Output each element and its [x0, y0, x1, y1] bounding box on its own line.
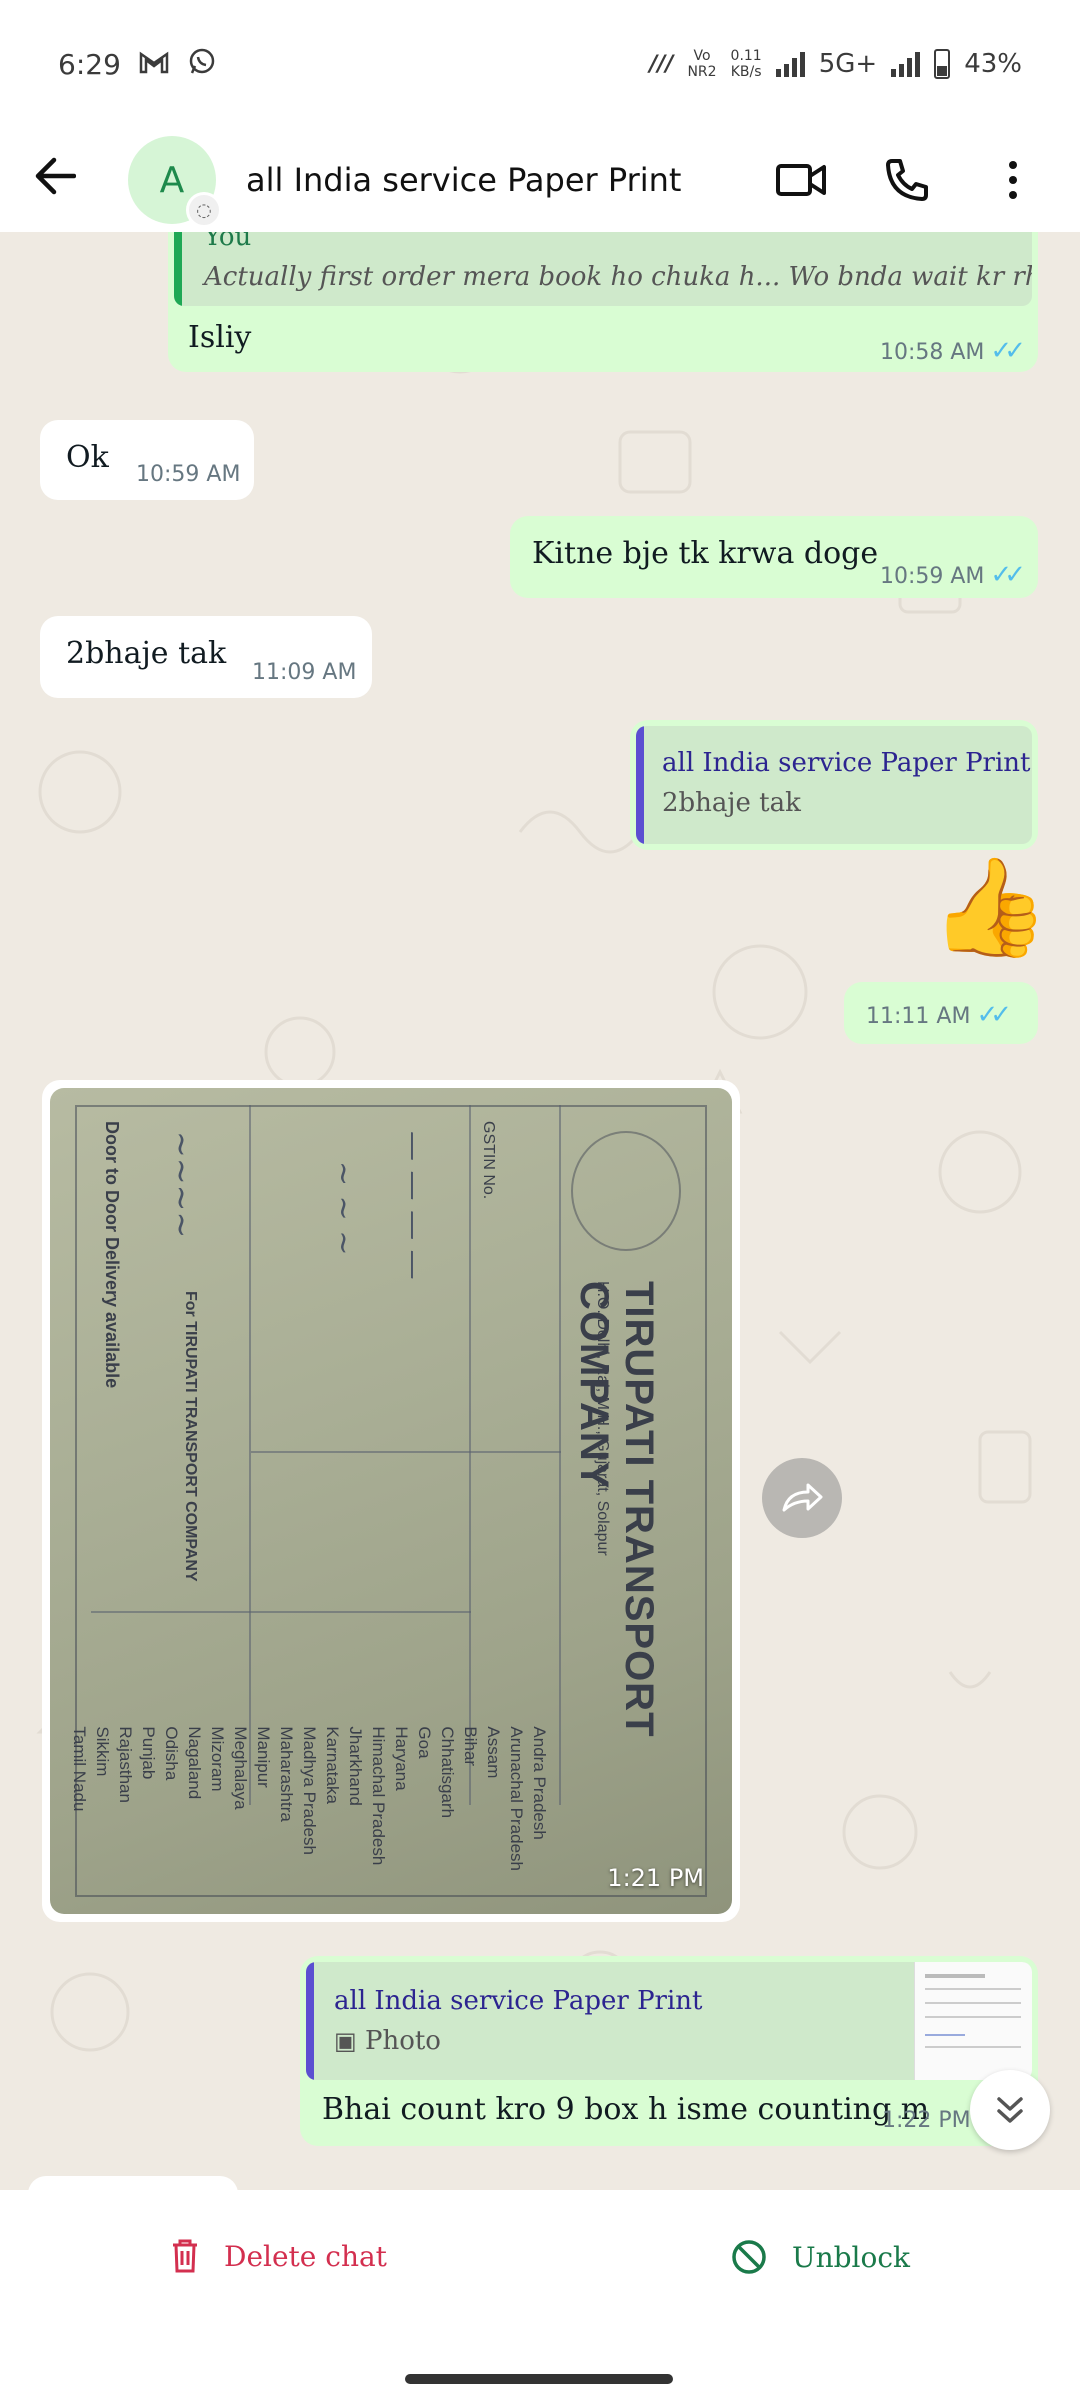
signal-icon: [775, 51, 805, 77]
message-outgoing-quoted[interactable]: You Actually first order mera book ho ch…: [168, 232, 1038, 372]
video-call-icon[interactable]: [766, 162, 836, 198]
message-time: 10:59 AM ✓✓: [879, 560, 1026, 590]
net-speed: 0.11 KB/s: [730, 48, 762, 80]
quote-author: You: [204, 232, 252, 252]
hd-icon: ///: [649, 51, 674, 77]
receipt-document: TIRUPATI TRANSPORT COMPANY H.O. Delhi, R…: [61, 1091, 721, 1911]
more-options-icon[interactable]: [978, 161, 1048, 199]
unblock-button[interactable]: Unblock: [730, 2238, 910, 2276]
message-outgoing-quoted[interactable]: all India service Paper Print 2bhaje tak: [630, 720, 1038, 850]
read-ticks-icon: ✓✓: [976, 1000, 1011, 1030]
handwriting: ~ ~ ~: [326, 1161, 361, 1256]
trash-icon: [173, 2239, 197, 2273]
quoted-message[interactable]: You Actually first order mera book ho ch…: [174, 232, 1032, 306]
chat-header: A ◌ all India service Paper Print: [0, 128, 1080, 232]
message-incoming[interactable]: 2bhaje tak 11:09 AM: [40, 616, 372, 698]
status-time: 6:29: [58, 47, 121, 81]
message-outgoing-quoted[interactable]: all India service Paper Print ▣ Photo Bh…: [300, 1956, 1038, 2146]
battery-percent: 43%: [964, 49, 1022, 79]
receipt-gstin-label: GSTIN No.: [480, 1121, 497, 1200]
delete-chat-button[interactable]: Delete chat: [170, 2238, 387, 2274]
message-incoming-partial[interactable]: [28, 2176, 238, 2190]
whatsapp-icon: [187, 46, 217, 83]
status-ring-icon: ◌: [186, 192, 222, 228]
quote-accent-bar: [306, 1962, 314, 2080]
message-outgoing[interactable]: 11:11 AM ✓✓: [844, 982, 1038, 1044]
chat-title[interactable]: all India service Paper Print: [246, 161, 730, 199]
quote-thumbnail: [914, 1962, 1032, 2080]
emoji-message[interactable]: 👍: [930, 852, 1050, 962]
message-text: 2bhaje tak: [66, 636, 227, 671]
message-time: 11:09 AM: [252, 660, 357, 685]
scroll-to-bottom-button[interactable]: [970, 2070, 1050, 2150]
photo-time: 1:21 PM: [607, 1864, 704, 1892]
message-text: Isliy: [188, 320, 252, 355]
avatar[interactable]: A ◌: [128, 136, 222, 228]
receipt-address: H.O. Delhi, Raj, M.H., Gujarat, Solapur: [594, 1281, 611, 1556]
network-type: 5G+: [818, 49, 878, 79]
gesture-nav-handle[interactable]: [405, 2374, 673, 2384]
receipt-signature-line: For TIRUPATI TRANSPORT COMPANY: [182, 1291, 199, 1582]
back-arrow-icon[interactable]: [32, 152, 92, 208]
message-text: Bhai count kro 9 box h isme counting m: [322, 2092, 930, 2127]
quote-type: ▣ Photo: [334, 2026, 441, 2056]
quote-text: Actually first order mera book ho chuka …: [204, 262, 1032, 292]
message-time: 1:22 PM: [882, 2108, 971, 2133]
read-ticks-icon: ✓✓: [990, 336, 1025, 366]
message-text: Ok: [66, 440, 109, 475]
message-time: 10:59 AM: [136, 462, 241, 487]
blocked-actions-bar: Delete chat Unblock: [0, 2190, 1080, 2350]
read-ticks-icon: ✓✓: [990, 560, 1025, 590]
message-time: 11:11 AM ✓✓: [866, 1000, 1012, 1030]
status-bar: 6:29 /// Vo NR2 0.11 KB/s 5G+ 43%: [0, 0, 1080, 128]
unblock-label: Unblock: [792, 2240, 911, 2274]
receipt-rule: [251, 1451, 561, 1453]
quoted-message[interactable]: all India service Paper Print ▣ Photo: [306, 1962, 1032, 2080]
forward-icon[interactable]: [762, 1458, 842, 1538]
message-outgoing[interactable]: Kitne bje tk krwa doge 10:59 AM ✓✓: [510, 516, 1038, 598]
photo-lorry-receipt[interactable]: TIRUPATI TRANSPORT COMPANY H.O. Delhi, R…: [50, 1088, 732, 1914]
receipt-rule: [469, 1105, 471, 1805]
block-icon: [732, 2240, 766, 2274]
gmail-icon: [139, 48, 169, 81]
receipt-rule: [559, 1105, 561, 1805]
message-text: Kitne bje tk krwa doge: [532, 536, 879, 571]
receipt-rule: [249, 1105, 251, 1805]
message-incoming[interactable]: Ok 10:59 AM: [40, 420, 254, 500]
quote-author: all India service Paper Print: [662, 748, 1031, 778]
quoted-message[interactable]: all India service Paper Print 2bhaje tak: [636, 726, 1032, 844]
message-incoming-photo[interactable]: TIRUPATI TRANSPORT COMPANY H.O. Delhi, R…: [42, 1080, 740, 1922]
quote-accent-bar: [174, 232, 182, 306]
message-time: 10:58 AM ✓✓: [879, 336, 1026, 366]
quote-text: 2bhaje tak: [662, 788, 801, 818]
receipt-footer: Door to Door Delivery available: [102, 1121, 122, 1389]
volte-indicator: Vo NR2: [687, 48, 717, 80]
chat-area[interactable]: You Actually first order mera book ho ch…: [0, 232, 1080, 2190]
delete-chat-label: Delete chat: [224, 2239, 387, 2273]
battery-icon: [934, 49, 951, 79]
quote-author: all India service Paper Print: [334, 1986, 703, 2016]
signal-icon-2: [891, 51, 921, 77]
quote-accent-bar: [636, 726, 644, 844]
handwriting: ~~~~: [163, 1131, 201, 1239]
receipt-states-list: Andra Pradesh Arunachal Pradesh Assam Bihar…: [70, 1726, 549, 1871]
receipt-rule: [91, 1611, 471, 1613]
handwriting: — — — —: [396, 1131, 431, 1280]
receipt-company: TIRUPATI TRANSPORT COMPANY: [572, 1281, 661, 1738]
voice-call-icon[interactable]: [872, 157, 942, 203]
emblem-icon: [571, 1131, 681, 1251]
photo-icon: ▣: [334, 2027, 357, 2055]
